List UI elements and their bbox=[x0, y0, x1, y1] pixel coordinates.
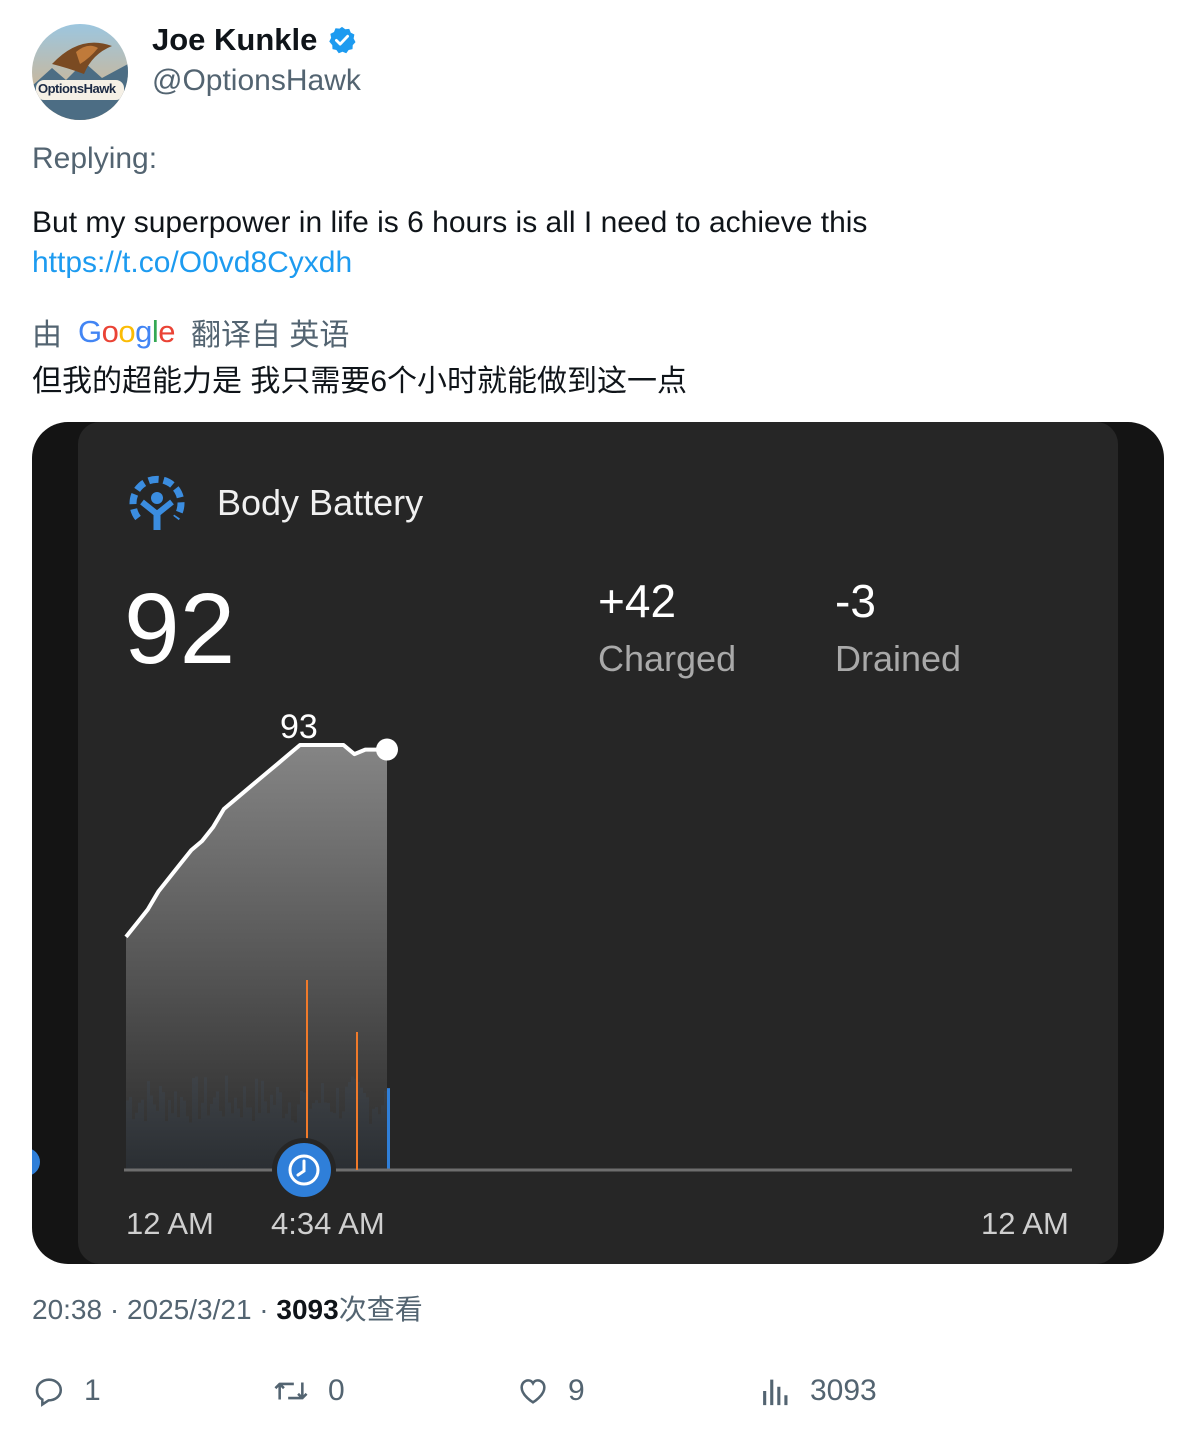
tweet-body: But my superpower in life is 6 hours is … bbox=[32, 206, 868, 239]
avatar[interactable]: OptionsHawk bbox=[32, 24, 128, 120]
retweet-count: 0 bbox=[328, 1374, 345, 1407]
retweet-icon bbox=[274, 1382, 308, 1400]
google-logo: Google bbox=[78, 314, 176, 349]
heart-icon bbox=[520, 1379, 546, 1404]
display-name: Joe Kunkle bbox=[152, 22, 318, 57]
reply-icon bbox=[35, 1378, 63, 1407]
verified-icon bbox=[329, 26, 356, 54]
view-count: 3093 bbox=[276, 1294, 339, 1325]
translation-from: 翻译自 英语 bbox=[191, 319, 350, 352]
view-count-label: 次查看 bbox=[338, 1294, 423, 1325]
views-count: 3093 bbox=[810, 1374, 877, 1407]
like-count: 9 bbox=[568, 1374, 585, 1407]
drained-label: Drained bbox=[835, 638, 962, 679]
peak-label: 93 bbox=[280, 708, 318, 746]
translation-by: 由 bbox=[32, 319, 62, 352]
x-tick-label: 12 AM bbox=[126, 1206, 214, 1241]
carousel-handle[interactable] bbox=[32, 1140, 46, 1184]
body-battery-icon bbox=[129, 475, 185, 530]
like-button[interactable]: 9 bbox=[516, 1374, 585, 1408]
body-battery-panel bbox=[78, 422, 1118, 1264]
charged-label: Charged bbox=[598, 638, 737, 679]
user-name[interactable]: Joe Kunkle bbox=[152, 22, 357, 58]
retweet-button[interactable]: 0 bbox=[272, 1374, 345, 1408]
drained-value: -3 bbox=[835, 575, 876, 627]
views-icon bbox=[763, 1379, 788, 1406]
tweet-meta: 20:38 · 2025/3/21 · 3093次查看 bbox=[32, 1288, 423, 1328]
tweet-text: But my superpower in life is 6 hours is … bbox=[32, 203, 1162, 283]
translation-credit: 由 Google 翻译自 英语 bbox=[32, 310, 349, 354]
x-tick-label: 12 AM bbox=[981, 1206, 1069, 1241]
views-button[interactable]: 3093 bbox=[760, 1374, 877, 1408]
avatar-image bbox=[32, 24, 128, 120]
current-value: 92 bbox=[124, 573, 236, 685]
reply-count: 1 bbox=[84, 1374, 101, 1407]
replying-label: Replying: bbox=[32, 142, 158, 175]
chart-title: Body Battery bbox=[217, 482, 424, 523]
timestamp[interactable]: 20:38 · 2025/3/21 · bbox=[32, 1294, 276, 1325]
avatar-logo-text: OptionsHawk bbox=[38, 81, 116, 96]
user-handle[interactable]: @OptionsHawk bbox=[152, 64, 361, 98]
reply-button[interactable]: 1 bbox=[32, 1374, 101, 1408]
x-tick-label: 4:34 AM bbox=[271, 1206, 385, 1241]
charged-value: +42 bbox=[598, 575, 677, 627]
tweet-media[interactable] bbox=[32, 422, 1164, 1264]
tweet-link[interactable]: https://t.co/O0vd8Cyxdh bbox=[32, 243, 1162, 283]
translated-text: 但我的超能力是 我只需要6个小时就能做到这一点 bbox=[32, 365, 688, 398]
